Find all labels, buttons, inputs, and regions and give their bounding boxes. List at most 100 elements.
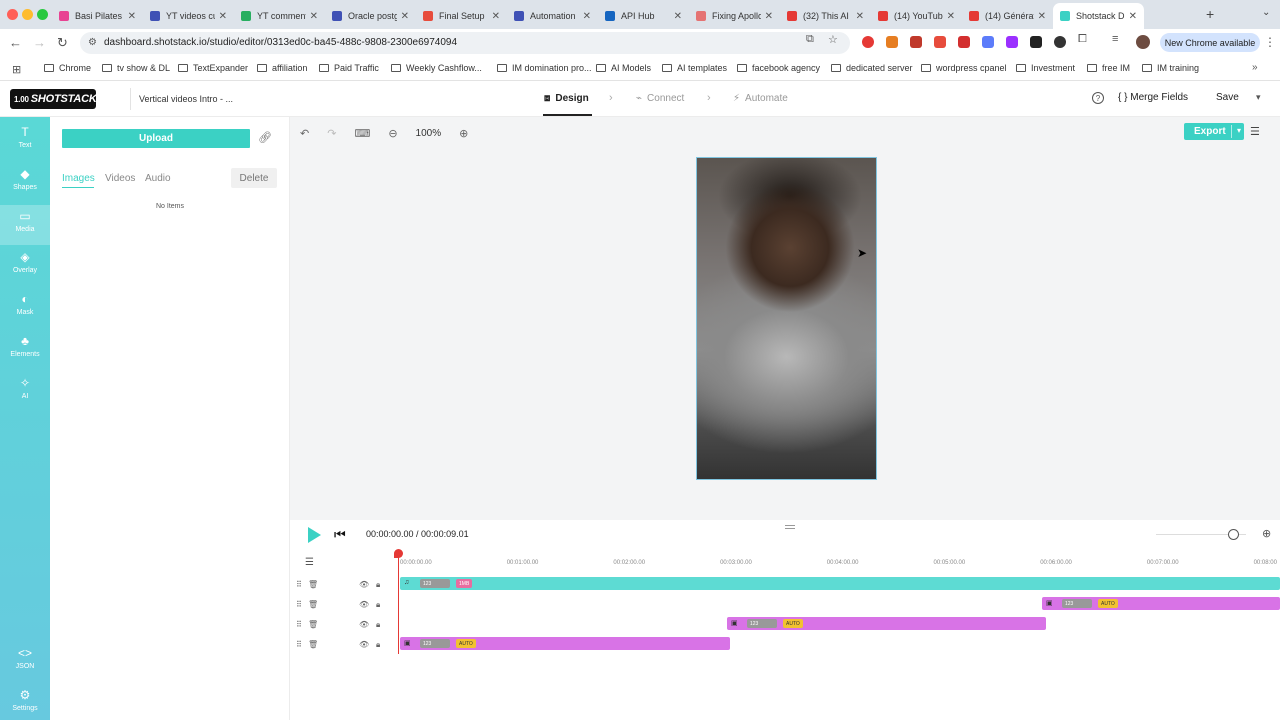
bookmark-item[interactable]: Chrome <box>44 63 91 73</box>
forward-icon[interactable]: → <box>33 35 46 50</box>
chevron-down-icon[interactable]: ▾ <box>1237 126 1241 135</box>
rail-item-elements[interactable]: ♣ Elements <box>0 330 50 370</box>
help-icon[interactable]: ? <box>1092 92 1104 104</box>
video-clip[interactable]: ▣ 123 AUTO <box>1042 597 1280 610</box>
tab-images[interactable]: Images <box>62 173 95 184</box>
extension-icon[interactable] <box>1006 36 1018 48</box>
extensions-puzzle-icon[interactable]: ⧠ <box>1078 33 1087 46</box>
trash-icon[interactable]: 🗑︎ <box>308 580 318 589</box>
video-clip[interactable]: ▣ 123 AUTO <box>400 637 730 650</box>
new-tab-button[interactable]: + <box>1206 6 1214 22</box>
delete-button[interactable]: Delete <box>231 168 277 188</box>
rail-item-json[interactable]: <> JSON <box>0 642 50 682</box>
reading-list-icon[interactable]: ≡ <box>1112 33 1118 45</box>
layers-panel-icon[interactable]: ☰ <box>1250 125 1260 138</box>
tab-connect[interactable]: ⌁ Connect <box>636 93 684 104</box>
rail-item-ai[interactable]: ✧ AI <box>0 372 50 412</box>
lock-icon[interactable]: 🔒︎ <box>376 600 380 610</box>
extension-icon[interactable] <box>910 36 922 48</box>
browser-tab[interactable]: YT comments ✕ <box>234 3 325 29</box>
bookmark-item[interactable]: free IM <box>1087 63 1130 73</box>
extension-icon[interactable] <box>886 36 898 48</box>
bookmark-item[interactable]: wordpress cpanel <box>921 63 1007 73</box>
maximize-window-button[interactable] <box>37 9 48 20</box>
back-icon[interactable]: ← <box>9 35 22 50</box>
timeline-zoom-knob[interactable] <box>1228 529 1239 540</box>
play-button[interactable] <box>308 527 321 543</box>
browser-tab[interactable]: Fixing Apollo ✕ <box>689 3 780 29</box>
browser-tab[interactable]: (14) Génération ✕ <box>962 3 1053 29</box>
eye-icon[interactable]: 👁︎ <box>359 580 369 589</box>
track-list-icon[interactable]: ☰ <box>305 557 314 568</box>
extension-icon[interactable] <box>958 36 970 48</box>
skip-to-start-icon[interactable]: ⏮ <box>334 527 346 543</box>
site-info-icon[interactable]: ⚙ <box>88 37 97 48</box>
lock-icon[interactable]: 🔒︎ <box>376 580 380 590</box>
extension-icon[interactable] <box>862 36 874 48</box>
zoom-out-icon[interactable]: ⊖ <box>388 127 397 140</box>
drag-handle-icon[interactable]: ⠿ <box>296 580 302 589</box>
undo-icon[interactable]: ↶ <box>300 127 309 140</box>
eye-icon[interactable]: 👁︎ <box>359 640 369 649</box>
lock-icon[interactable]: 🔒︎ <box>376 620 380 630</box>
extension-icon[interactable] <box>982 36 994 48</box>
rail-item-shapes[interactable]: ◆ Shapes <box>0 163 50 203</box>
audio-clip[interactable]: ♫ 123 1MB <box>400 577 1280 590</box>
reload-icon[interactable]: ↻ <box>57 35 68 51</box>
bookmark-item[interactable]: IM training <box>1142 63 1199 73</box>
close-tab-icon[interactable]: ✕ <box>1129 11 1137 22</box>
bookmark-item[interactable]: Investment <box>1016 63 1075 73</box>
drag-handle-icon[interactable]: ⠿ <box>296 640 302 649</box>
rail-item-settings[interactable]: ⚙ Settings <box>0 684 50 720</box>
keyboard-icon[interactable]: ⌨ <box>354 127 370 140</box>
apps-grid-icon[interactable]: ⊞ <box>12 63 21 76</box>
zoom-in-icon[interactable]: ⊕ <box>1262 527 1271 540</box>
rail-item-mask[interactable]: ◐ Mask <box>0 288 50 328</box>
close-tab-icon[interactable]: ✕ <box>128 11 136 22</box>
rail-item-text[interactable]: T Text <box>0 121 50 161</box>
drag-handle-icon[interactable]: ⠿ <box>296 620 302 629</box>
bookmark-item[interactable]: dedicated server <box>831 63 913 73</box>
lock-icon[interactable]: 🔒︎ <box>376 640 380 650</box>
new-chrome-available-button[interactable]: New Chrome available <box>1160 33 1260 52</box>
upload-button[interactable]: Upload <box>62 129 250 148</box>
trash-icon[interactable]: 🗑︎ <box>308 640 318 649</box>
close-window-button[interactable] <box>7 9 18 20</box>
tab-design[interactable]: ⧈ Design <box>544 93 589 104</box>
tab-audio[interactable]: Audio <box>145 173 171 184</box>
bookmark-item[interactable]: AI templates <box>662 63 727 73</box>
close-tab-icon[interactable]: ✕ <box>856 11 864 22</box>
eye-icon[interactable]: 👁︎ <box>359 620 369 629</box>
browser-tab[interactable]: (14) YouTube ✕ <box>871 3 962 29</box>
rail-item-media[interactable]: ▭ Media <box>0 205 50 245</box>
close-tab-icon[interactable]: ✕ <box>583 11 591 22</box>
close-tab-icon[interactable]: ✕ <box>219 11 227 22</box>
bookmark-star-icon[interactable]: ☆ <box>828 33 838 46</box>
bookmark-item[interactable]: Paid Traffic <box>319 63 379 73</box>
profile-avatar[interactable] <box>1136 35 1150 49</box>
url-text[interactable]: dashboard.shotstack.io/studio/editor/031… <box>104 37 457 48</box>
chrome-menu-icon[interactable]: ⋮ <box>1264 35 1276 49</box>
browser-tab[interactable]: YT videos cur ✕ <box>143 3 234 29</box>
close-tab-icon[interactable]: ✕ <box>310 11 318 22</box>
browser-tab[interactable]: Shotstack D ✕ <box>1053 3 1144 29</box>
browser-tab[interactable]: Automation ✕ <box>507 3 598 29</box>
playhead[interactable] <box>398 556 399 654</box>
export-button[interactable]: Export ▾ <box>1184 123 1244 140</box>
bookmark-item[interactable]: AI Models <box>596 63 651 73</box>
link-icon[interactable]: 🔗︎ <box>258 131 272 144</box>
timeline-resize-handle[interactable] <box>785 525 795 529</box>
extension-icon[interactable] <box>934 36 946 48</box>
zoom-in-icon[interactable]: ⊕ <box>459 127 468 140</box>
trash-icon[interactable]: 🗑︎ <box>308 600 318 609</box>
close-tab-icon[interactable]: ✕ <box>947 11 955 22</box>
redo-icon[interactable]: ↷ <box>327 127 336 140</box>
tab-videos[interactable]: Videos <box>105 173 135 184</box>
extension-icon[interactable] <box>1054 36 1066 48</box>
close-tab-icon[interactable]: ✕ <box>674 11 682 22</box>
address-bar[interactable]: ⚙ dashboard.shotstack.io/studio/editor/0… <box>80 32 850 54</box>
close-tab-icon[interactable]: ✕ <box>765 11 773 22</box>
close-tab-icon[interactable]: ✕ <box>492 11 500 22</box>
project-title[interactable]: Vertical videos Intro - ... <box>130 88 244 110</box>
tab-automate[interactable]: ⚡ Automate <box>733 93 788 104</box>
